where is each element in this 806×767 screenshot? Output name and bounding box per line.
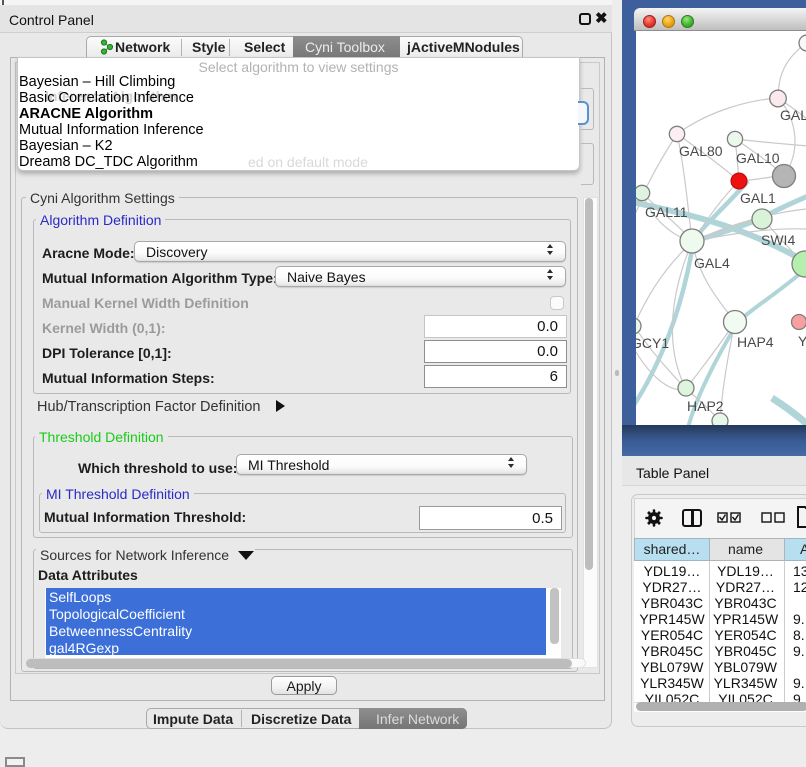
- svg-text:GAL: GAL: [780, 107, 806, 123]
- svg-text:HAP4: HAP4: [737, 334, 774, 350]
- svg-text:GAL11: GAL11: [645, 204, 688, 220]
- svg-text:SWI4: SWI4: [761, 232, 795, 248]
- svg-text:GAL4: GAL4: [694, 255, 730, 271]
- svg-text:HAP2: HAP2: [687, 398, 724, 414]
- svg-text:GCY1: GCY1: [636, 335, 669, 351]
- svg-text:GAL80: GAL80: [679, 143, 723, 159]
- svg-text:GAL10: GAL10: [736, 150, 780, 166]
- svg-text:GAL1: GAL1: [740, 190, 776, 206]
- svg-text:Y: Y: [798, 333, 806, 349]
